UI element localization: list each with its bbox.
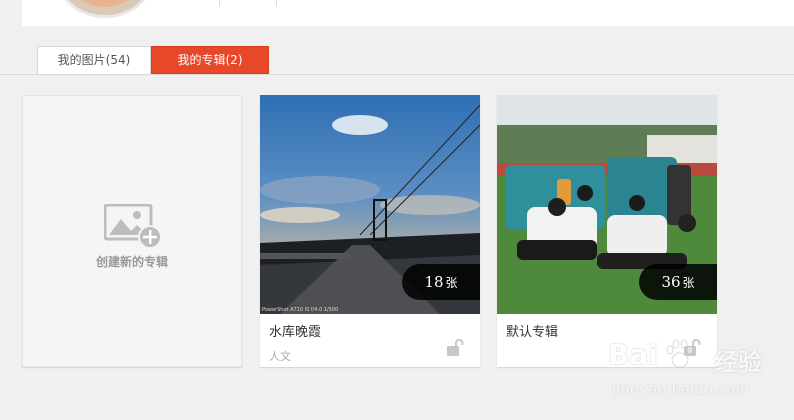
avatar[interactable]	[58, 0, 152, 18]
photo-count-badge: 36 张	[639, 264, 717, 300]
album-title[interactable]: 默认专辑	[506, 321, 558, 340]
photo-count-unit: 张	[445, 276, 458, 290]
header-divider	[219, 0, 220, 6]
photo-exif-caption: PowerShot A710 IS f/4.0 1/500	[262, 307, 338, 313]
watermark-jingyan: 经验	[714, 348, 762, 376]
album-title[interactable]: 水库晚霞	[269, 321, 321, 340]
album-card[interactable]: PowerShot A710 IS f/4.0 1/500 18 张 水库晚霞 人…	[260, 95, 480, 367]
album-tabs: 我的图片(54) 我的专辑(2)	[0, 46, 794, 75]
unlock-icon[interactable]	[446, 339, 464, 357]
header-divider	[276, 0, 277, 6]
photo-count: 18	[424, 273, 444, 291]
baidu-paw-icon	[666, 339, 694, 368]
watermark-url: jingyan.baidu.com	[612, 382, 750, 398]
profile-header	[22, 0, 794, 26]
baidu-jingyan-watermark: Bai 经验 jingyan.baidu.com	[592, 330, 782, 410]
album-tag: 人文	[269, 350, 291, 363]
tab-my-albums[interactable]: 我的专辑(2)	[151, 46, 269, 74]
tab-my-photos[interactable]: 我的图片(54)	[37, 46, 151, 74]
watermark-brand: Bai	[608, 338, 658, 371]
image-add-icon	[104, 204, 162, 248]
photo-count-badge: 18 张	[402, 264, 480, 300]
photo-count: 36	[661, 273, 681, 291]
album-card[interactable]: 36 张 默认专辑	[497, 95, 717, 367]
create-album-label: 创建新的专辑	[95, 255, 168, 269]
create-album-card[interactable]: 创建新的专辑	[22, 95, 242, 367]
photo-count-unit: 张	[682, 276, 695, 290]
